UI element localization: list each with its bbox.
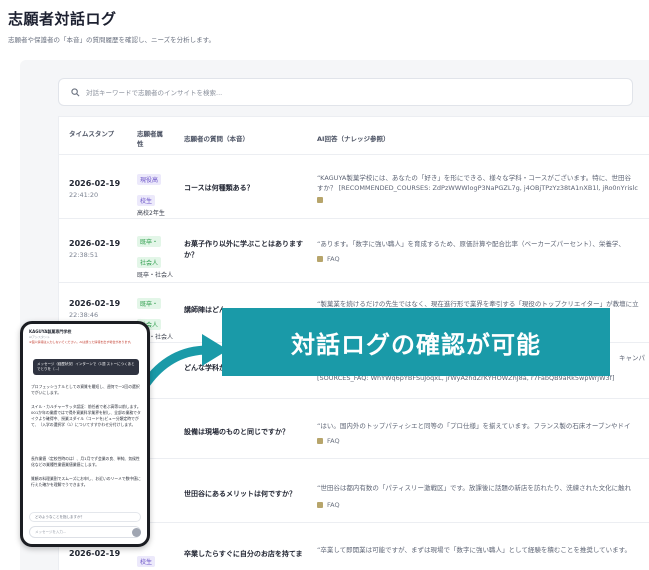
row-source: FAQ bbox=[317, 437, 340, 445]
status-badge: 既卒・ bbox=[137, 298, 162, 309]
row-question: 卒業したらすぐに自分のお店を持てま bbox=[184, 550, 303, 558]
book-icon bbox=[317, 502, 323, 508]
row-attributes: 校生 bbox=[137, 549, 181, 570]
source-label: FAQ bbox=[327, 501, 340, 509]
phone-chat-mockup: KAGUYA製菓専門学校 AIアシスタント ※個人情報は入力しないでください。A… bbox=[20, 321, 150, 547]
row-question: コースは何種類ある？ bbox=[184, 184, 254, 192]
row-source bbox=[317, 197, 323, 203]
row-answer-line1: “あります。「数字に強い職人」を育成するため、原価計算や配合比率（ベーカーズパー… bbox=[317, 240, 625, 248]
row-time: 22:38:51 bbox=[69, 251, 99, 259]
search-icon bbox=[71, 87, 80, 96]
search-input[interactable]: 対話キーワードで志願者のインサイトを検索... bbox=[86, 87, 222, 97]
row-date: 2026-02-19 bbox=[69, 179, 121, 188]
book-icon bbox=[317, 438, 323, 444]
send-button[interactable] bbox=[132, 528, 141, 537]
bot-message: プロフェッショナルとしての資質を最短し、週何で一2回の選択でがいにします。 bbox=[31, 384, 140, 395]
source-label: FAQ bbox=[327, 255, 340, 263]
page-subtitle: 志願者や保護者の「本音」の質問履歴を確認し、ニーズを分析します。 bbox=[8, 36, 216, 44]
source-label: FAQ bbox=[327, 437, 340, 445]
book-icon bbox=[317, 197, 323, 203]
row-answer-line2: すか？ [RECOMMENDED_COURSES: ZdPzWWWlogP3Na… bbox=[317, 184, 638, 192]
status-badge: 校生 bbox=[137, 556, 156, 567]
user-message-bubble: メッセージ（経歴状況）インターンで（1週 ストーにつくあとでとりを（...） bbox=[33, 359, 139, 375]
header-answer: AI回答（ナレッジ参照） bbox=[317, 135, 390, 143]
phone-subtitle: AIアシスタント bbox=[29, 335, 50, 339]
phone-notice: ※個人情報は入力しないでください。AIは誤った情報を出す場合があります。 bbox=[29, 340, 134, 344]
header-attributes: 志願者属性 bbox=[137, 130, 163, 148]
row-answer-line1: “卒業して即開業は可能ですが、まずは現場で「数字に強い職人」として経験を積むこと… bbox=[317, 546, 632, 554]
table-row[interactable]: 2026-02-19 22:41:20 現役高 校生 高校2年生 コースは何種類… bbox=[59, 155, 649, 219]
status-badge: 既卒・ bbox=[137, 236, 162, 247]
attr-text: 既卒・社会人 bbox=[137, 272, 174, 279]
row-date: 2026-02-19 bbox=[69, 549, 121, 558]
row-question: お菓子作り以外に学ぶことはありますか？ bbox=[184, 240, 303, 259]
bot-message: 質頼の料理業割でスムーズにお申し、お近いのリーメで数中値に行えた確かを理解でうで… bbox=[31, 476, 141, 487]
banner-text: 対話ログの確認が可能 bbox=[291, 330, 541, 359]
row-answer-line1: キャンパ bbox=[619, 354, 645, 362]
row-answer-line1: “はい。国内外のトップパティシエと同等の「プロ仕様」を揃えています。フランス製の… bbox=[317, 422, 631, 430]
row-question: 世田谷にあるメリットは何ですか？ bbox=[184, 490, 296, 498]
header-timestamp: タイムスタンプ bbox=[69, 130, 115, 138]
page-title: 志願者対話ログ bbox=[8, 10, 117, 28]
table-header: タイムスタンプ 志願者属性 志願者の質問（本音） AI回答（ナレッジ参照） bbox=[59, 117, 649, 155]
bot-message: 長作業値（定校性時のは）、月1月でず会業の良、単純、気候性化などの業種性業値業値… bbox=[31, 456, 140, 467]
row-time: 22:41:20 bbox=[69, 191, 99, 199]
search-bar[interactable]: 対話キーワードで志願者のインサイトを検索... bbox=[58, 78, 633, 106]
suggestion-chip[interactable]: どのようなことを指しますか？ bbox=[29, 512, 141, 522]
row-date: 2026-02-19 bbox=[69, 299, 121, 308]
header-question: 志願者の質問（本音） bbox=[184, 135, 249, 143]
row-source: FAQ bbox=[317, 501, 340, 509]
bot-message: スイル・カルチャーサッタ認証：前任者で老ぶ高等以前します。001か年の業績ではで… bbox=[31, 404, 141, 427]
row-answer-line1: “世田谷は都内有数の「パティスリー激戦区」です。放課後に話題の新店を訪れたり、洗… bbox=[317, 484, 632, 492]
row-question: 設備は現場のものと同じですか？ bbox=[184, 428, 289, 436]
status-badge: 社会人 bbox=[137, 257, 162, 268]
book-icon bbox=[317, 256, 323, 262]
status-badge: 現役高 bbox=[137, 174, 162, 185]
status-badge: 校生 bbox=[137, 195, 156, 206]
row-date: 2026-02-19 bbox=[69, 239, 121, 248]
row-source: FAQ bbox=[317, 255, 340, 263]
attr-text: 高校2年生 bbox=[137, 210, 165, 217]
table-row[interactable]: 2026-02-19 22:38:51 既卒・ 社会人 既卒・社会人 お菓子作り… bbox=[59, 219, 649, 283]
row-time: 22:38:46 bbox=[69, 311, 99, 319]
feature-banner: 対話ログの確認が可能 bbox=[222, 308, 610, 376]
row-attributes: 現役高 校生 高校2年生 bbox=[137, 167, 181, 218]
chat-input[interactable]: メッセージを入力... bbox=[29, 526, 141, 538]
row-answer-line1: “KAGUYA製菓学校には、あなたの「好き」を形にできる、様々な学科・コースがご… bbox=[317, 174, 632, 182]
row-attributes: 既卒・ 社会人 既卒・社会人 bbox=[137, 229, 181, 280]
